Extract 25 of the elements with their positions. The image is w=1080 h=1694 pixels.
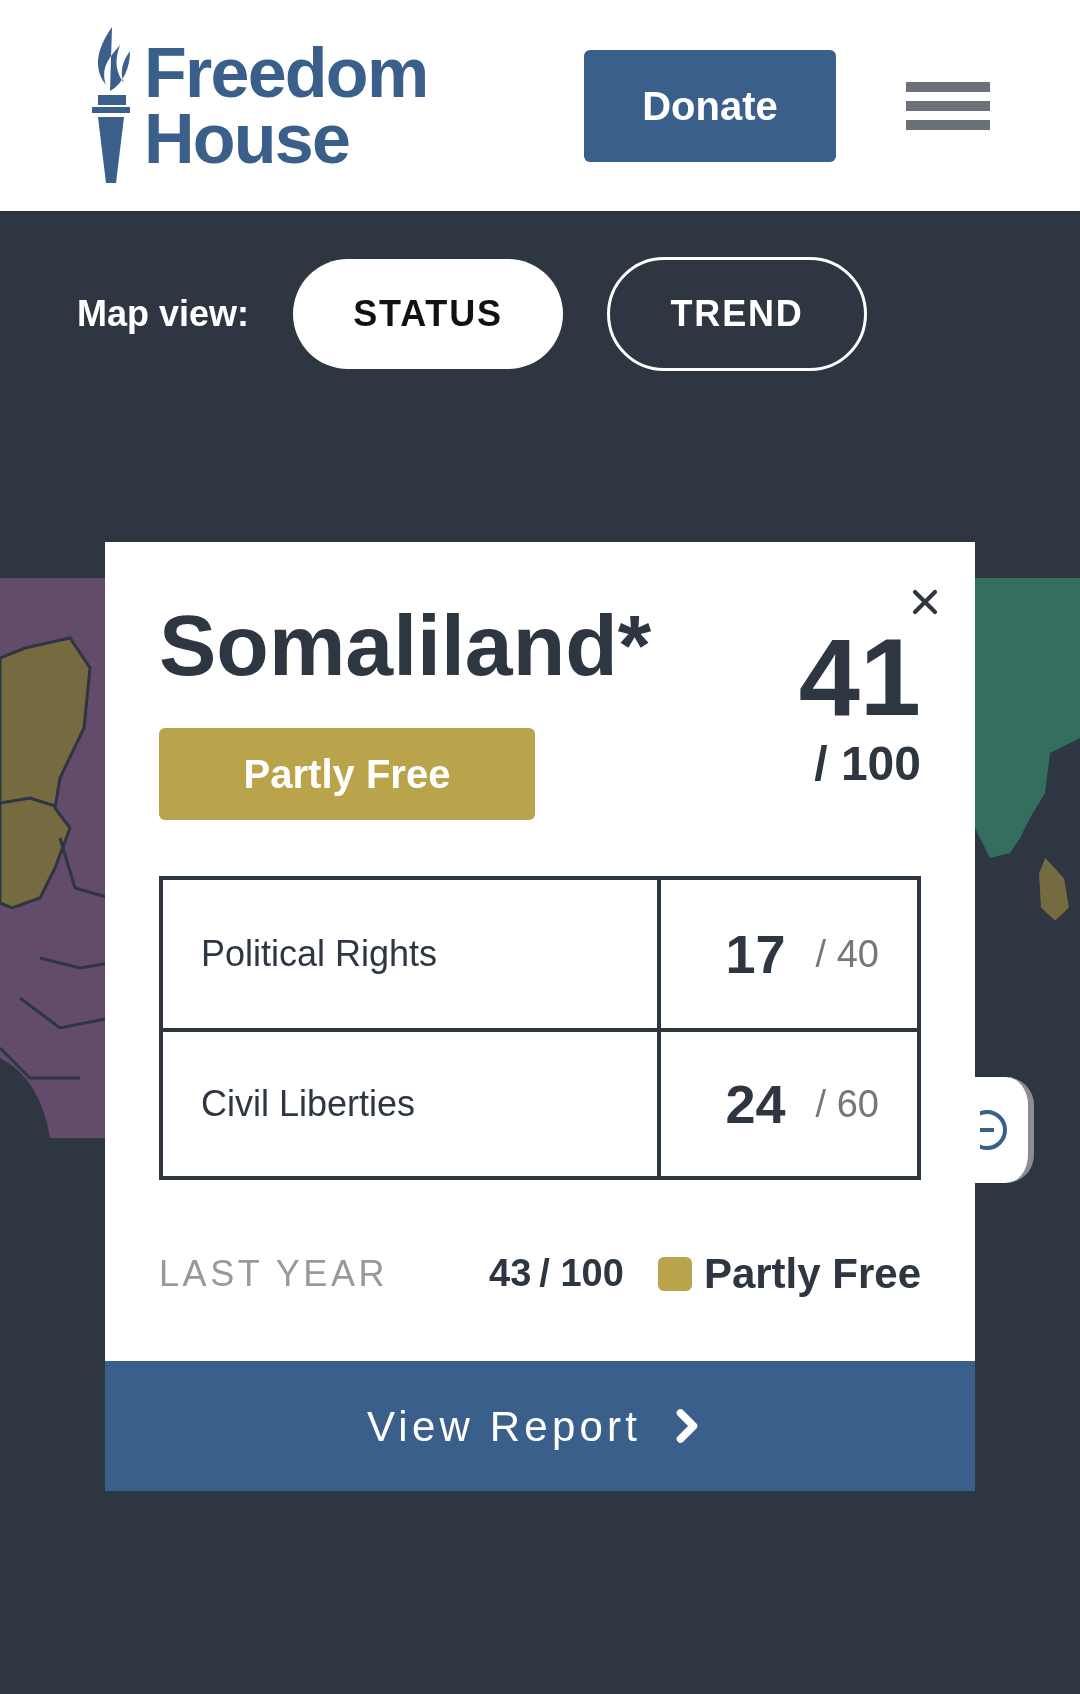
donate-button[interactable]: Donate	[584, 49, 836, 162]
logo-text: Freedom	[144, 39, 428, 106]
category-score: 24	[725, 1072, 786, 1136]
category-label: Political Rights	[163, 880, 661, 1028]
last-year-label: LAST YEAR	[159, 1251, 389, 1296]
category-max: / 40	[815, 931, 879, 977]
map-view-tab[interactable]: TREND	[607, 257, 868, 371]
status-badge: Partly Free	[159, 728, 535, 820]
menu-icon[interactable]	[906, 81, 990, 130]
minus-icon	[980, 1109, 1008, 1151]
last-year-max: / 100	[539, 1251, 624, 1296]
zoom-out-button[interactable]	[975, 1077, 1034, 1183]
torch-icon	[90, 26, 132, 185]
category-score: 17	[725, 922, 786, 986]
category-max: / 60	[815, 1081, 879, 1127]
last-year-score: 43	[489, 1251, 532, 1296]
last-year-status: Partly Free	[703, 1249, 921, 1299]
map-view-label: Map view:	[77, 292, 250, 336]
map-view-tab[interactable]: STATUS	[293, 259, 564, 369]
category-label: Civil Liberties	[163, 1032, 661, 1176]
logo-text: House	[144, 105, 351, 172]
view-report-button[interactable]: View Report	[105, 1361, 975, 1491]
total-score: 41	[798, 622, 921, 732]
score-max: / 100	[814, 740, 921, 788]
country-title: Somaliland*	[159, 602, 652, 688]
